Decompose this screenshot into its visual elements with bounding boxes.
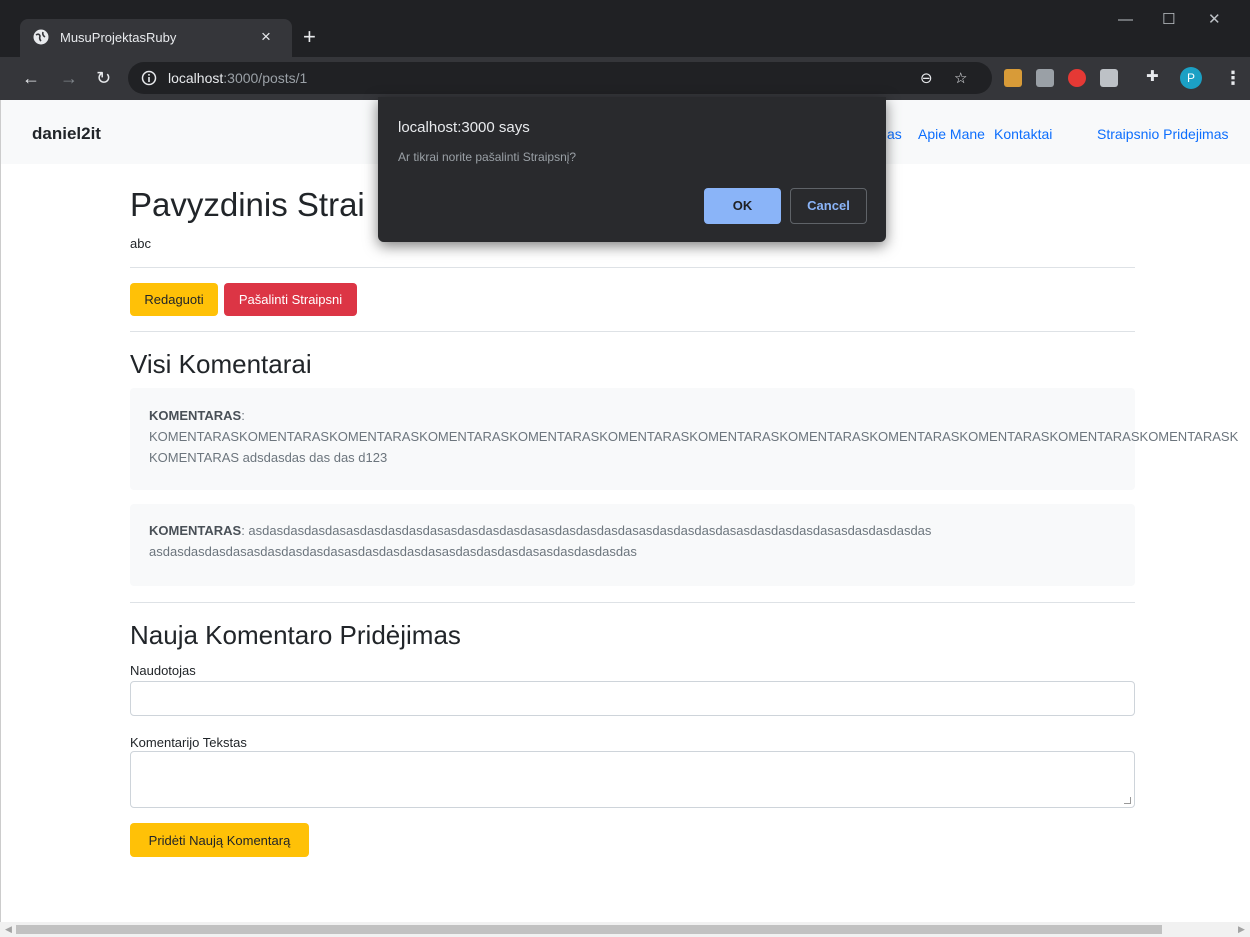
resize-handle[interactable] [1124,797,1131,804]
comment-text: KOMENTARAS: KOMENTARASKOMENTARASKOMENTAR… [149,405,1238,468]
comment-text-label: Komentarijo Tekstas [130,735,247,750]
comment-card: KOMENTARAS: KOMENTARASKOMENTARASKOMENTAR… [130,388,1238,490]
post-title: Pavyzdinis Strai [130,186,365,223]
info-icon[interactable] [141,70,157,86]
maximize-icon[interactable]: ☐ [1162,11,1175,29]
comment-card: KOMENTARAS: asdasdasdasdasasdasdasdasdas… [130,504,1135,586]
url-path: :3000/posts/1 [223,70,308,86]
tab-title: MusuProjektasRuby [60,30,177,45]
comment-text: KOMENTARAS: asdasdasdasdasasdasdasdasdas… [149,520,931,562]
user-input[interactable] [130,681,1135,716]
edit-button[interactable]: Redaguoti [130,283,218,316]
comment-line: KOMENTARAS: [149,405,1238,426]
comment-textarea[interactable] [130,751,1135,808]
extension-icon[interactable] [1100,69,1118,87]
forward-icon[interactable]: → [60,66,78,90]
nav-link-straipsnio-pridejimas[interactable]: Straipsnio Pridejimas [1097,126,1229,142]
comment-line-text: : [241,408,245,423]
cancel-button[interactable]: Cancel [790,188,867,224]
comment-label: KOMENTARAS [149,523,242,538]
browser-toolbar: ← → ↻ localhost:3000/posts/1 ⊖ ☆ ✚ P ⋮ [0,57,1250,100]
zoom-icon[interactable]: ⊖ [920,69,933,87]
comment-line: KOMENTARASKOMENTARASKOMENTARASKOMENTARAS… [149,429,1239,444]
nav-link-kontaktai[interactable]: Kontaktai [994,126,1052,142]
tab-close-icon[interactable]: × [261,27,271,47]
dialog-message: Ar tikrai norite pašalinti Straipsnį? [398,150,577,164]
comments-heading: Visi Komentarai [130,349,312,379]
puzzle-icon[interactable]: ✚ [1146,67,1159,85]
nav-link[interactable]: as [887,126,902,142]
add-comment-button[interactable]: Pridėti Naują Komentarą [130,823,309,857]
comment-line: asdasdasdasdasasdasdasdasdasasdasdasdasd… [149,544,637,559]
comment-line-text: : asdasdasdasdasasdasdasdasdasasdasdasda… [241,523,932,538]
horizontal-scrollbar[interactable]: ◀ ▶ [0,922,1250,937]
profile-avatar[interactable]: P [1180,67,1202,89]
scroll-right-icon[interactable]: ▶ [1238,924,1245,935]
comment-line: KOMENTARAS adsdasdas das das d123 [149,450,388,465]
divider [130,602,1135,603]
star-icon[interactable]: ☆ [954,69,967,87]
confirm-dialog: localhost:3000 says Ar tikrai norite paš… [378,97,886,242]
scroll-left-icon[interactable]: ◀ [5,924,12,935]
browser-tab[interactable]: MusuProjektasRuby × [20,19,292,57]
user-label: Naudotojas [130,663,196,678]
window-close-icon[interactable]: ✕ [1208,11,1221,29]
comment-label: KOMENTARAS [149,408,242,423]
comment-line: KOMENTARAS: asdasdasdasdasasdasdasdasdas… [149,520,931,541]
site-brand[interactable]: daniel2it [32,124,101,144]
divider [130,331,1135,332]
address-bar[interactable]: localhost:3000/posts/1 ⊖ ☆ [128,62,992,94]
ok-button[interactable]: OK [704,188,781,224]
url-text: localhost:3000/posts/1 [168,70,307,86]
back-icon[interactable]: ← [22,66,40,90]
url-host: localhost [168,70,224,86]
delete-button[interactable]: Pašalinti Straipsni [224,283,357,316]
browser-tab-strip: MusuProjektasRuby × + — ☐ ✕ [0,0,1250,57]
nav-link-apie-mane[interactable]: Apie Mane [918,126,985,142]
menu-icon[interactable]: ⋮ [1224,66,1242,90]
new-tab-button[interactable]: + [303,25,316,49]
scrollbar-thumb[interactable] [16,925,1162,934]
minimize-icon[interactable]: — [1118,11,1133,29]
extension-icon[interactable] [1036,69,1054,87]
divider [130,267,1135,268]
extension-icon[interactable] [1004,69,1022,87]
extension-icon[interactable] [1068,69,1086,87]
post-body: abc [130,236,151,251]
reload-icon[interactable]: ↻ [96,66,111,90]
dialog-title: localhost:3000 says [398,119,530,136]
form-heading: Nauja Komentaro Pridėjimas [130,620,461,650]
globe-icon [33,29,49,45]
